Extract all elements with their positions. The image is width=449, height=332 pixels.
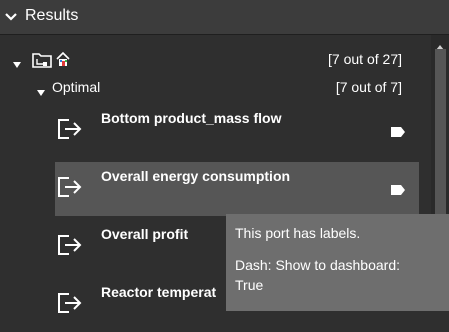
port-name: Bottom product_mass flow bbox=[101, 110, 282, 126]
output-port-icon bbox=[57, 292, 83, 319]
output-port-icon bbox=[57, 176, 83, 203]
group-count: [7 out of 7] bbox=[335, 79, 402, 95]
port-name: Overall energy consumption bbox=[101, 168, 291, 184]
tree-root-node[interactable]: [7 out of 27] bbox=[0, 48, 430, 72]
folder-icon bbox=[32, 52, 52, 73]
port-item-bottom-product-mass-flow[interactable]: Bottom product_mass flow bbox=[55, 104, 419, 158]
group-label: Optimal bbox=[52, 79, 101, 95]
panel-title: Results bbox=[25, 7, 79, 24]
tooltip-line: This port has labels. bbox=[235, 225, 361, 241]
results-header[interactable]: Results bbox=[0, 0, 449, 35]
port-name: Reactor temperat bbox=[101, 284, 217, 300]
tree-group-optimal[interactable]: Optimal [7 out of 7] bbox=[0, 76, 430, 100]
label-tooltip: This port has labels. Dash: Show to dash… bbox=[226, 214, 449, 311]
expand-caret-icon[interactable] bbox=[36, 84, 46, 102]
label-tag-icon[interactable] bbox=[390, 183, 406, 201]
tooltip-line: Dash: Show to dashboard: bbox=[235, 257, 400, 273]
root-count: [7 out of 27] bbox=[328, 51, 402, 67]
label-tag-icon[interactable] bbox=[390, 125, 406, 143]
chevron-down-icon[interactable] bbox=[4, 10, 18, 29]
port-name: Overall profit bbox=[101, 226, 189, 242]
output-port-icon bbox=[57, 118, 83, 145]
port-item-overall-energy-consumption[interactable]: Overall energy consumption bbox=[55, 162, 419, 216]
home-icon bbox=[55, 51, 71, 72]
tooltip-line: True bbox=[235, 277, 264, 293]
output-port-icon bbox=[57, 234, 83, 261]
expand-caret-icon[interactable] bbox=[12, 56, 22, 74]
